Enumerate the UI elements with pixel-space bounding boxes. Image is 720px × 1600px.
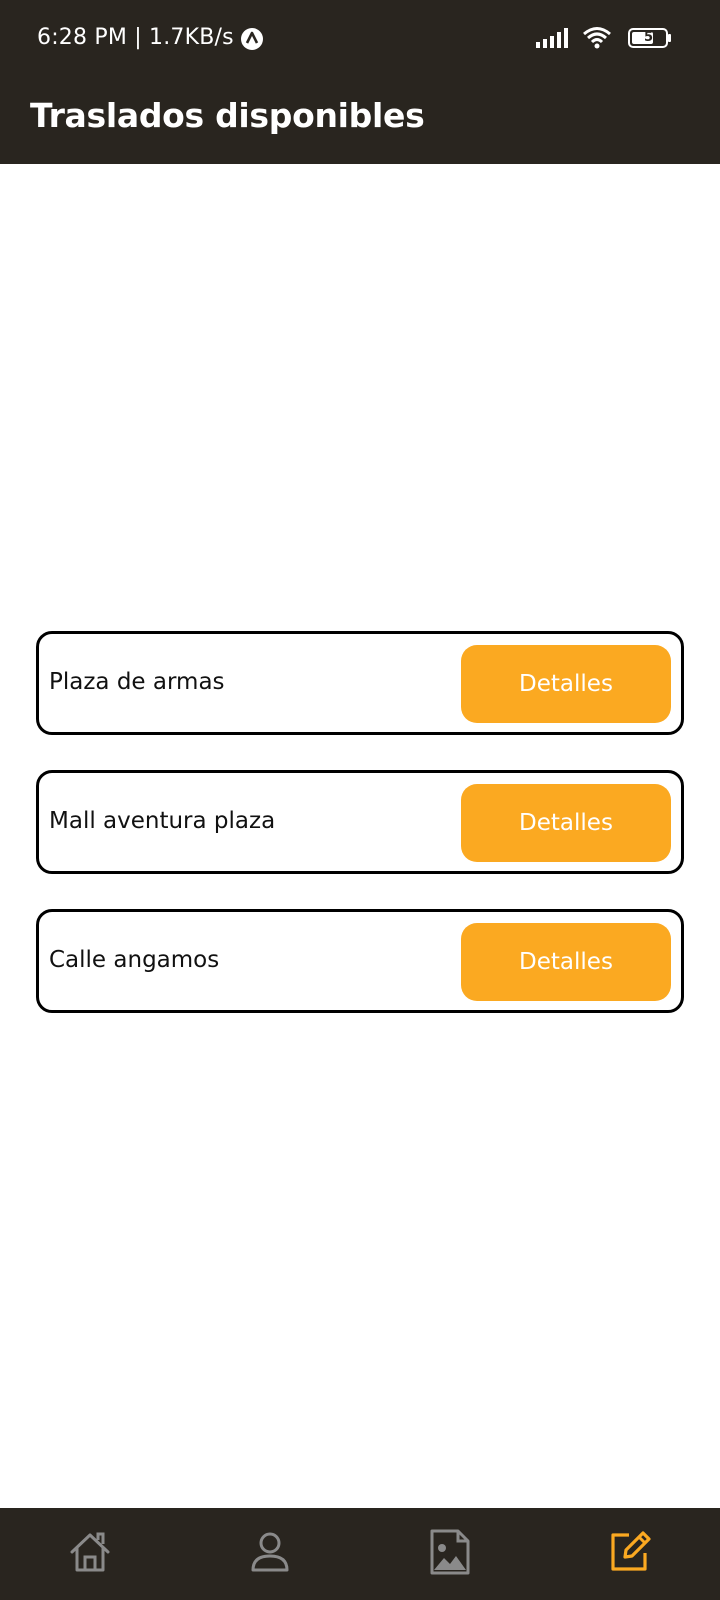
nav-edit[interactable] — [540, 1508, 720, 1600]
status-bar: 6:28 PM | 1.7KB/s 58 — [0, 0, 720, 78]
details-button[interactable]: Detalles — [461, 645, 671, 723]
transfer-card: Mall aventura plaza Detalles — [36, 770, 684, 874]
battery-level: 58 — [643, 30, 663, 45]
signal-icon — [536, 28, 570, 52]
profile-icon — [248, 1530, 292, 1578]
nav-gallery[interactable] — [360, 1508, 540, 1600]
app-bar: Traslados disponibles — [0, 78, 720, 164]
home-icon — [68, 1530, 112, 1578]
transfer-name: Calle angamos — [49, 947, 220, 973]
transfer-name: Mall aventura plaza — [49, 808, 276, 834]
transfer-name: Plaza de armas — [49, 669, 225, 695]
wifi-icon — [582, 26, 612, 54]
transfer-card: Calle angamos Detalles — [36, 909, 684, 1013]
status-time: 6:28 PM | 1.7KB/s — [37, 25, 234, 50]
page-title: Traslados disponibles — [30, 96, 425, 135]
nav-profile[interactable] — [180, 1508, 360, 1600]
transfer-card: Plaza de armas Detalles — [36, 631, 684, 735]
image-icon — [428, 1528, 472, 1580]
bottom-nav — [0, 1508, 720, 1600]
edit-icon — [607, 1529, 653, 1579]
nav-home[interactable] — [0, 1508, 180, 1600]
app-notification-icon — [240, 27, 264, 51]
details-button[interactable]: Detalles — [461, 923, 671, 1001]
details-button[interactable]: Detalles — [461, 784, 671, 862]
